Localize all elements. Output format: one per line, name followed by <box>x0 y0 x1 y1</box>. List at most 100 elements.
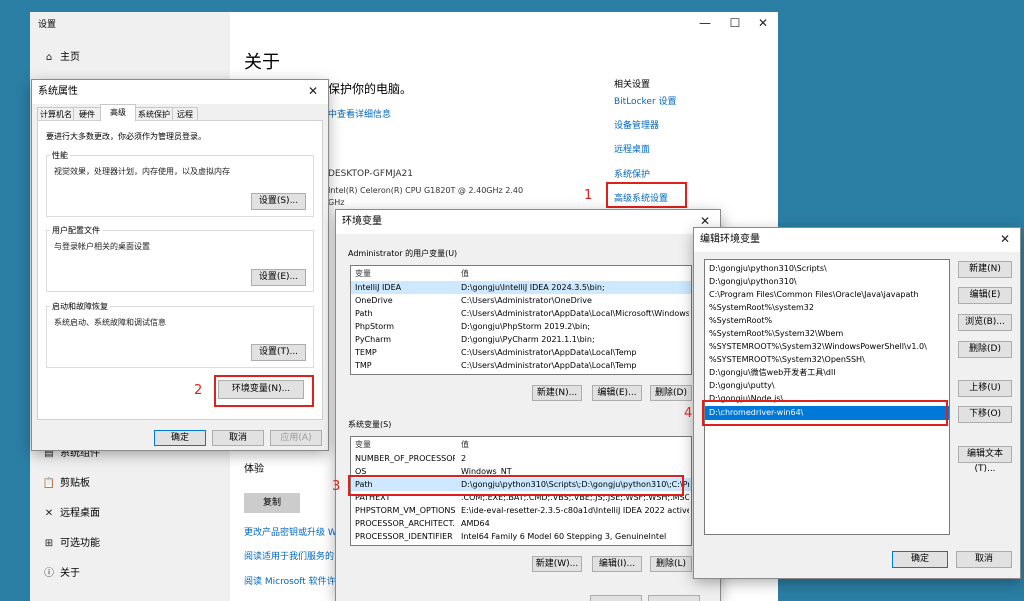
experience-label: 体验 <box>244 464 264 475</box>
user-variable-row[interactable]: TEMP C:\Users\Administrator\AppData\Loca… <box>351 346 691 359</box>
details-link[interactable]: 中查看详细信息 <box>328 107 391 120</box>
path-entry[interactable]: D:\gongju\python310\Scripts\ <box>705 262 949 275</box>
editenv-cancel-button[interactable]: 取消 <box>956 551 1012 568</box>
maximize-icon[interactable]: ☐ <box>720 12 750 36</box>
sysprops-ok-button[interactable]: 确定 <box>154 430 206 446</box>
user-profile-desc: 与登录帐户相关的桌面设置 <box>54 242 150 251</box>
path-move-up-button[interactable]: 上移(U) <box>958 380 1012 397</box>
bitlocker-link[interactable]: BitLocker 设置 <box>614 94 677 107</box>
path-entry[interactable]: D:\gongju\putty\ <box>705 379 949 392</box>
environment-variables-dialog: 环境变量 ✕ Administrator 的用户变量(U) 变量 值 Intel… <box>336 210 720 601</box>
user-profile-settings-button[interactable]: 设置(E)... <box>251 269 306 286</box>
path-entry[interactable]: %SYSTEMROOT%\System32\WindowsPowerShell\… <box>705 340 949 353</box>
performance-label: 性能 <box>50 150 70 161</box>
annotation-box-2 <box>214 375 314 407</box>
copy-button[interactable]: 复制 <box>244 493 300 513</box>
startup-recovery-desc: 系统启动、系统故障和调试信息 <box>54 318 166 327</box>
user-variables-list[interactable]: 变量 值 IntelliJ IDEA D:\gongju\IntelliJ ID… <box>350 265 692 375</box>
sysprops-close-icon[interactable]: ✕ <box>298 80 328 104</box>
protect-text: 保护你的电脑。 <box>328 82 413 96</box>
startup-recovery-settings-button[interactable]: 设置(T)... <box>251 344 306 361</box>
user-variable-row[interactable]: PyCharm D:\gongju\PyCharm 2021.1.1\bin; <box>351 333 691 346</box>
tab-system-protection[interactable]: 系统保护 <box>134 107 174 121</box>
nav-clipboard[interactable]: 📋 剪贴板 <box>30 470 258 498</box>
performance-desc: 视觉效果，处理器计划，内存使用，以及虚拟内存 <box>54 167 230 176</box>
path-move-down-button[interactable]: 下移(O) <box>958 406 1012 423</box>
sysprops-apply-button[interactable]: 应用(A) <box>270 430 322 446</box>
nav-remote-desktop[interactable]: ✕ 远程桌面 <box>30 500 258 528</box>
tab-computer-name[interactable]: 计算机名 <box>37 107 75 121</box>
user-edit-button[interactable]: 编辑(E)... <box>592 385 642 401</box>
clipboard-icon: 📋 <box>42 478 56 489</box>
annotation-box-3 <box>348 475 684 496</box>
user-variables-header: 变量 值 <box>355 269 469 278</box>
path-entry[interactable]: %SystemRoot%\system32 <box>705 301 949 314</box>
annotation-box-1 <box>606 182 687 208</box>
license-link[interactable]: 阅读 Microsoft 软件许可 <box>244 574 345 587</box>
envvars-title: 环境变量 <box>336 210 720 234</box>
system-protection-link[interactable]: 系统保护 <box>614 167 650 180</box>
system-edit-button[interactable]: 编辑(I)... <box>592 556 642 572</box>
path-new-button[interactable]: 新建(N) <box>958 261 1012 278</box>
path-entry[interactable]: C:\Program Files\Common Files\Oracle\Jav… <box>705 288 949 301</box>
user-profile-label: 用户配置文件 <box>50 225 102 236</box>
user-variables-label: Administrator 的用户变量(U) <box>348 249 458 258</box>
system-variables-header: 变量 值 <box>355 440 469 449</box>
device-manager-link[interactable]: 设备管理器 <box>614 118 659 131</box>
system-variable-row[interactable]: PROCESSOR_ARCHITECT... AMD64 <box>351 517 691 530</box>
path-edit-text-button[interactable]: 编辑文本(T)... <box>958 446 1012 474</box>
tab-advanced[interactable]: 高级 <box>100 104 136 121</box>
startup-recovery-label: 启动和故障恢复 <box>50 301 110 312</box>
system-variable-row[interactable]: PROCESSOR_IDENTIFIER Intel64 Family 6 Mo… <box>351 530 691 543</box>
path-edit-button[interactable]: 编辑(E) <box>958 287 1012 304</box>
tab-remote[interactable]: 远程 <box>172 107 198 121</box>
user-variable-row[interactable]: OneDrive C:\Users\Administrator\OneDrive <box>351 294 691 307</box>
user-delete-button[interactable]: 删除(D) <box>650 385 692 401</box>
annotation-number-4: 4 <box>684 406 693 421</box>
editenv-ok-button[interactable]: 确定 <box>892 551 948 568</box>
processor-value: Intel(R) Celeron(R) CPU G1820T @ 2.40GHz… <box>328 186 524 195</box>
path-entry[interactable]: %SystemRoot%\System32\Wbem <box>705 327 949 340</box>
remote-desktop-link[interactable]: 远程桌面 <box>614 142 650 155</box>
nav-optional-features[interactable]: ⊞ 可选功能 <box>30 530 258 558</box>
path-entry[interactable]: D:\gongju\微信web开发者工具\dll <box>705 366 949 379</box>
related-settings-title: 相关设置 <box>614 80 651 90</box>
path-browse-button[interactable]: 浏览(B)... <box>958 314 1012 331</box>
settings-title: 设置 <box>38 20 57 30</box>
device-name-value: DESKTOP-GFMJA21 <box>328 169 413 179</box>
page-title: 关于 <box>244 52 280 73</box>
processor-unit: GHz <box>328 198 345 207</box>
system-variable-row[interactable]: PHPSTORM_VM_OPTIONS E:\ide-eval-resetter… <box>351 504 691 517</box>
minimize-icon[interactable]: — <box>690 12 720 36</box>
system-delete-button[interactable]: 删除(L) <box>650 556 692 572</box>
upgrade-link[interactable]: 更改产品密钥或升级 W <box>244 525 337 538</box>
optional-features-icon: ⊞ <box>44 538 54 549</box>
system-new-button[interactable]: 新建(W)... <box>532 556 582 572</box>
envvars-ok-button[interactable] <box>590 595 642 601</box>
close-icon[interactable]: ✕ <box>748 12 778 36</box>
path-entry[interactable]: D:\gongju\python310\ <box>705 275 949 288</box>
nav-about[interactable]: ⓘ 关于 <box>30 560 258 588</box>
envvars-cancel-button[interactable] <box>648 595 700 601</box>
admin-note: 要进行大多数更改，你必须作为管理员登录。 <box>46 132 206 141</box>
path-entry[interactable]: %SYSTEMROOT%\System32\OpenSSH\ <box>705 353 949 366</box>
sysprops-title: 系统属性 <box>32 80 328 104</box>
sysprops-cancel-button[interactable]: 取消 <box>212 430 264 446</box>
user-variable-row[interactable]: IntelliJ IDEA D:\gongju\IntelliJ IDEA 20… <box>351 281 691 294</box>
services-link[interactable]: 阅读适用于我们服务的 <box>244 549 334 562</box>
path-delete-button[interactable]: 删除(D) <box>958 341 1012 358</box>
user-variable-row[interactable]: Path C:\Users\Administrator\AppData\Loca… <box>351 307 691 320</box>
system-variable-row[interactable]: NUMBER_OF_PROCESSORS 2 <box>351 452 691 465</box>
path-entry[interactable]: %SystemRoot% <box>705 314 949 327</box>
annotation-number-3: 3 <box>332 479 341 494</box>
user-variable-row[interactable]: PhpStorm D:\gongju\PhpStorm 2019.2\bin; <box>351 320 691 333</box>
annotation-box-4 <box>702 400 948 426</box>
user-variable-row[interactable]: TMP C:\Users\Administrator\AppData\Local… <box>351 359 691 372</box>
user-new-button[interactable]: 新建(N)... <box>532 385 582 401</box>
path-entries-list[interactable]: D:\gongju\python310\Scripts\ D:\gongju\p… <box>704 259 950 535</box>
performance-settings-button[interactable]: 设置(S)... <box>251 193 306 210</box>
tab-hardware[interactable]: 硬件 <box>73 107 101 121</box>
nav-home[interactable]: ⌂ 主页 <box>30 44 258 72</box>
remote-desktop-icon: ✕ <box>44 508 54 519</box>
editenv-close-icon[interactable]: ✕ <box>990 228 1020 252</box>
